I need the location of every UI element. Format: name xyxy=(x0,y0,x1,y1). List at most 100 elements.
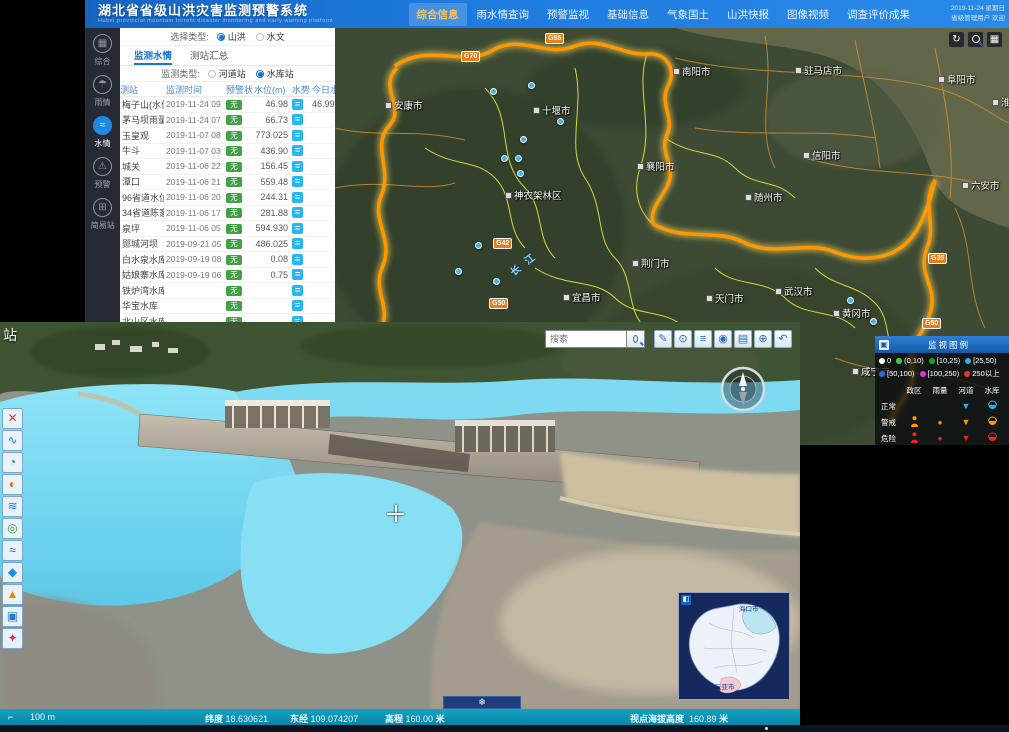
monitor-type-label: 监测类型: xyxy=(161,67,200,80)
sidebar-item-预警[interactable]: ⚠预警 xyxy=(85,155,120,192)
undo-icon[interactable]: ↶ xyxy=(774,330,792,348)
list-icon[interactable]: ≡ xyxy=(694,330,712,348)
table-row[interactable]: 潭口2019-11-06 21无559.48= xyxy=(120,175,335,191)
station-marker[interactable] xyxy=(475,242,482,249)
water-waves-icon[interactable]: ∿ xyxy=(2,430,23,451)
station-marker[interactable] xyxy=(517,170,524,177)
station-marker[interactable] xyxy=(501,155,508,162)
table-row[interactable]: 34省道陈家...2019-11-06 17无281.88= xyxy=(120,206,335,222)
ripple-icon[interactable]: ≋ xyxy=(2,496,23,517)
city-label-襄阳市: 襄阳市 xyxy=(637,159,675,173)
table-row[interactable]: 96省道水位...2019-11-06 20无244.31= xyxy=(120,190,335,206)
tab-监测水情[interactable]: 监测水情 xyxy=(134,46,172,65)
sidebar-item-label: 雨情 xyxy=(94,96,110,107)
table-row[interactable]: 铁炉湾水库无= xyxy=(120,283,335,299)
scene-search-input[interactable] xyxy=(545,330,627,348)
scale-label: [50,100) xyxy=(887,369,915,378)
reservoir-icon xyxy=(979,416,1005,428)
station-marker[interactable] xyxy=(455,268,462,275)
table-row[interactable]: 姑娘寨水库(...2019-09-19 06无0.75= xyxy=(120,268,335,284)
trend-steady-icon: = xyxy=(292,130,303,141)
drop-icon[interactable]: ◆ xyxy=(2,562,23,583)
scene-search-button[interactable] xyxy=(627,330,645,348)
nav-item-雨水情查询[interactable]: 雨水情查询 xyxy=(469,3,538,26)
station-marker[interactable] xyxy=(493,278,500,285)
terrain-icon[interactable]: ▲ xyxy=(2,584,23,605)
analysis-icon[interactable]: ✦ xyxy=(2,628,23,649)
eye-icon[interactable]: ◉ xyxy=(714,330,732,348)
station-marker[interactable] xyxy=(557,118,564,125)
city-label-信阳市: 信阳市 xyxy=(803,148,841,162)
monitor-option-水库站[interactable]: 水库站 xyxy=(256,67,294,80)
sidebar-item-简易站[interactable]: ⊞简易站 xyxy=(85,196,120,233)
nav-item-调查评价成果[interactable]: 调查评价成果 xyxy=(839,3,918,26)
cell-station: 华宝水库 xyxy=(120,299,164,312)
table-row[interactable]: 牛斗2019-11-07 03无436.90= xyxy=(120,144,335,160)
rotate-icon[interactable]: ↻ xyxy=(948,31,965,48)
sidebar-item-综合[interactable]: ▦综合 xyxy=(85,32,120,69)
city-label-宜昌市: 宜昌市 xyxy=(563,290,601,304)
table-row[interactable]: 华宝水库无= xyxy=(120,299,335,315)
table-row[interactable]: 泉坪2019-11-06 05无594.930= xyxy=(120,221,335,237)
weather-widget[interactable]: ❄ xyxy=(443,696,521,709)
close-icon[interactable]: ✕ xyxy=(2,408,23,429)
table-row[interactable]: 玉皇观2019-11-07 08无773.025= xyxy=(120,128,335,144)
view-alt-unit: 米 xyxy=(719,714,728,724)
cell-trend: = xyxy=(292,285,310,296)
highway-shield-G50: G50 xyxy=(922,318,941,329)
globe-water-icon[interactable]: ◔ xyxy=(2,452,23,473)
snow-icon: ❄ xyxy=(478,697,486,707)
filter-option-水文[interactable]: 水文 xyxy=(256,30,285,43)
matrix-row-警戒: 警戒●▼ xyxy=(875,414,1009,430)
radar-icon[interactable]: ◎ xyxy=(2,518,23,539)
station-marker[interactable] xyxy=(528,82,535,89)
minimap-toggle-icon[interactable]: ◧ xyxy=(681,595,691,605)
viewer-3d[interactable]: 站 ✎⊙≡◉▤⊕↶ ✕∿◔◐≋◎≈◆▲▣✦ ❄ xyxy=(0,322,800,725)
legend-collapse-icon[interactable]: ▣ xyxy=(879,340,889,350)
camera-icon[interactable]: ⊙ xyxy=(674,330,692,348)
nav-item-气象国土[interactable]: 气象国土 xyxy=(659,3,717,26)
table-row[interactable]: 白水泉水库(...2019-09-19 08无0.08= xyxy=(120,252,335,268)
filter-option-山洪[interactable]: 山洪 xyxy=(217,30,246,43)
frame-icon[interactable]: ▣ xyxy=(2,606,23,627)
typhoon-icon[interactable]: ◐ xyxy=(2,474,23,495)
column-header: 测站 xyxy=(120,83,164,96)
station-marker[interactable] xyxy=(520,136,527,143)
nav-item-图像视频[interactable]: 图像视频 xyxy=(779,3,837,26)
table-row[interactable]: 城关2019-11-06 22无156.45= xyxy=(120,159,335,175)
station-marker[interactable] xyxy=(870,318,877,325)
nav-item-基础信息[interactable]: 基础信息 xyxy=(599,3,657,26)
station-marker[interactable] xyxy=(847,297,854,304)
station-partial-label: 站 xyxy=(3,325,17,345)
cell-station: 白水泉水库(... xyxy=(120,253,164,266)
station-marker[interactable] xyxy=(490,88,497,95)
sidebar-item-水情[interactable]: ≈水情 xyxy=(85,114,120,151)
trend-steady-icon: = xyxy=(292,300,303,311)
cell-status: 无 xyxy=(226,254,252,265)
overview-minimap[interactable]: ◧ 海口市 三亚市 xyxy=(678,592,790,700)
date-user-box: 2019-11-24 星期日 省级管理用户 欢迎 xyxy=(925,4,1005,25)
compass[interactable] xyxy=(720,366,766,412)
alt-value: 160.00 xyxy=(406,714,434,724)
flood-icon[interactable]: ≈ xyxy=(2,540,23,561)
trend-steady-icon: = xyxy=(292,223,303,234)
draw-chart-icon[interactable]: ✎ xyxy=(654,330,672,348)
sidebar-item-雨情[interactable]: ☂雨情 xyxy=(85,73,120,110)
nav-item-综合信息[interactable]: 综合信息 xyxy=(409,3,467,26)
layers-icon[interactable]: ▦ xyxy=(986,31,1003,48)
trend-steady-icon: = xyxy=(292,114,303,125)
nav-item-山洪快报[interactable]: 山洪快报 xyxy=(719,3,777,26)
globe-icon[interactable]: ⊕ xyxy=(754,330,772,348)
tab-测站汇总[interactable]: 测站汇总 xyxy=(190,46,228,65)
table-row[interactable]: 郧城河坝2019-09-21 05无486.025= xyxy=(120,237,335,253)
cell-status: 无 xyxy=(226,207,252,218)
alt-unit: 米 xyxy=(436,714,445,724)
image-chart-icon[interactable]: ▤ xyxy=(734,330,752,348)
station-marker[interactable] xyxy=(515,155,522,162)
nav-item-预警监视[interactable]: 预警监视 xyxy=(539,3,597,26)
monitor-option-河道站[interactable]: 河道站 xyxy=(208,67,246,80)
search-map-icon[interactable] xyxy=(967,31,984,48)
table-row[interactable]: 梅子山(水位...2019-11-24 09无46.98=46.99 xyxy=(120,97,335,113)
legend-status-matrix: 政区雨量河道水库正常▼警戒●▼危险●▼ xyxy=(875,382,1009,446)
table-row[interactable]: 茅马坝雨量...2019-11-24 07无66.73= xyxy=(120,113,335,129)
